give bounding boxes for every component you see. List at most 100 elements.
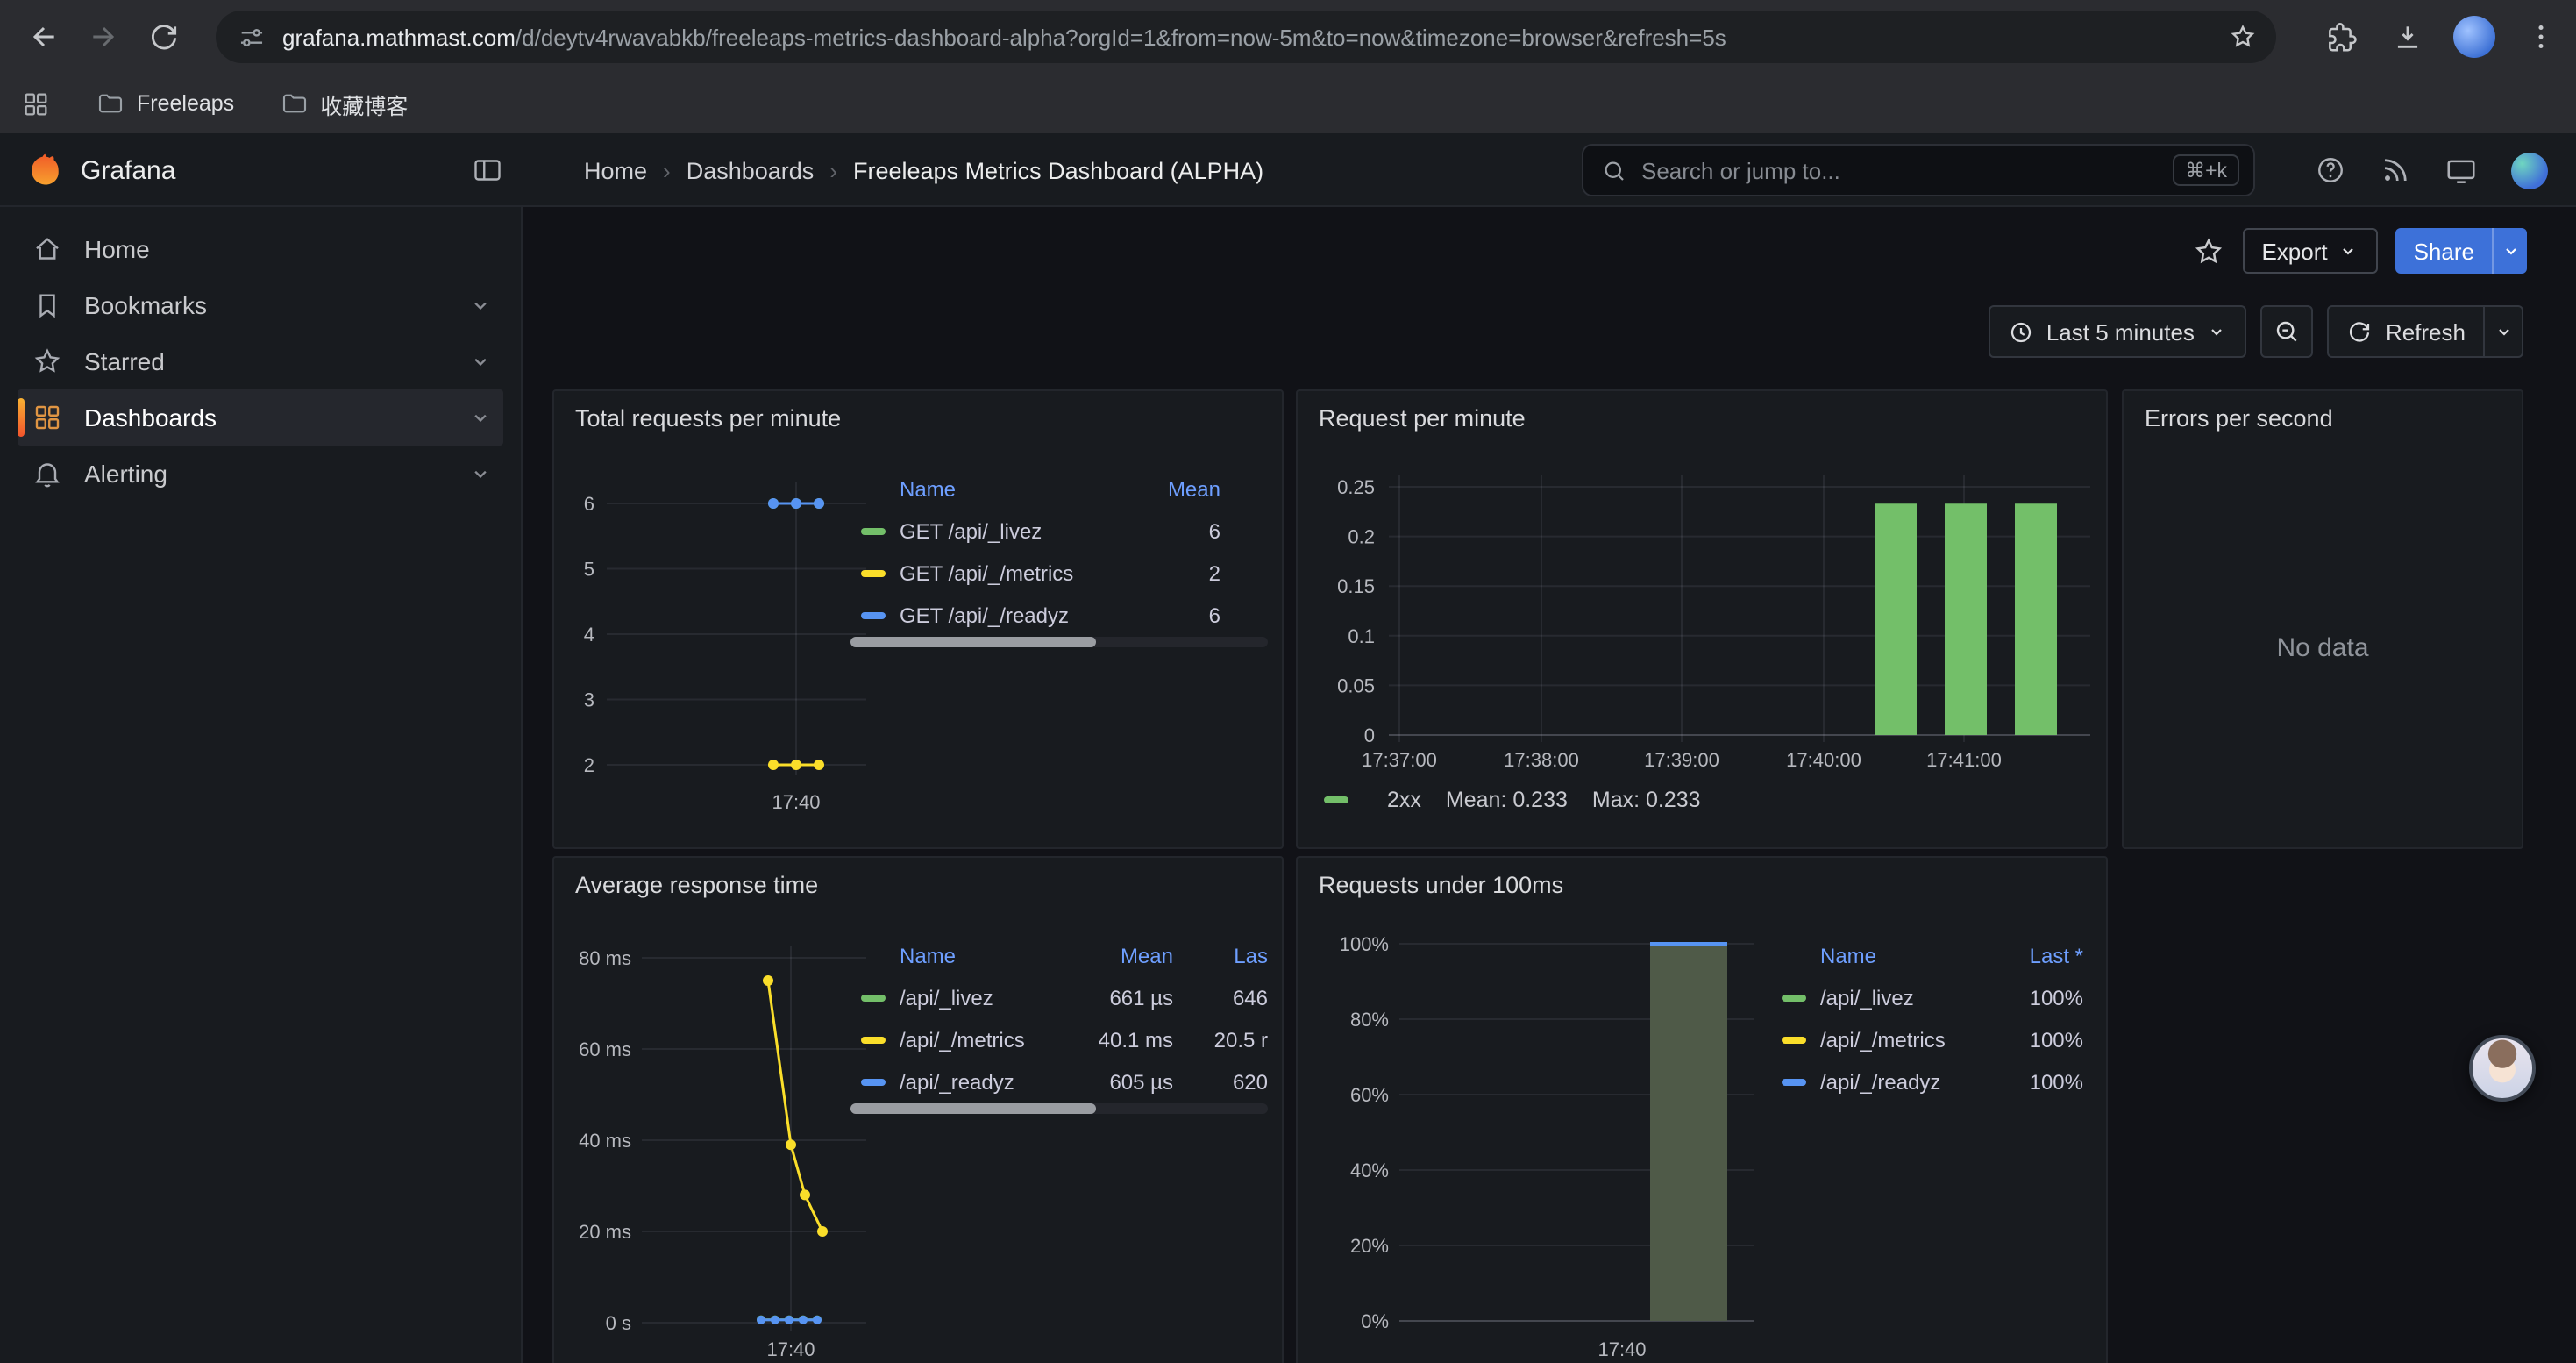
legend-table: NameMean GET /api/_livez6GET /api/_/metri… (861, 468, 1220, 637)
star-icon (32, 346, 63, 377)
svg-text:40%: 40% (1350, 1160, 1389, 1181)
svg-text:60%: 60% (1350, 1084, 1389, 1106)
legend-row[interactable]: /api/_readyz605 µs620 (861, 1061, 1268, 1103)
apps-grid-icon[interactable] (21, 89, 51, 118)
refresh-button[interactable]: Refresh (2328, 305, 2485, 358)
legend-row[interactable]: /api/_/metrics40.1 ms20.5 r (861, 1019, 1268, 1061)
legend-row[interactable]: /api/_/readyz100% (1782, 1061, 2083, 1103)
request-per-minute-chart[interactable]: 0.250.20.150.10.05017:37:0017:38:0017:39… (1298, 391, 2108, 849)
chevron-down-icon[interactable] (468, 405, 493, 430)
series-color-icon (1782, 1037, 1806, 1044)
svg-text:5: 5 (584, 559, 594, 581)
legend-row[interactable]: GET /api/_/metrics2 (861, 553, 1220, 595)
svg-text:0.05: 0.05 (1337, 674, 1375, 696)
monitor-icon[interactable] (2444, 153, 2478, 187)
legend-row[interactable]: GET /api/_/readyz6 (861, 595, 1220, 637)
legend-row[interactable]: 2xx Mean: 0.233 Max: 0.233 (1324, 788, 1701, 812)
sidebar-item-starred[interactable]: Starred (18, 333, 503, 389)
search-icon (1601, 157, 1627, 183)
sidebar-item-dashboards[interactable]: Dashboards (18, 389, 503, 446)
svg-text:17:40: 17:40 (1598, 1338, 1646, 1360)
chevron-down-icon[interactable] (468, 461, 493, 486)
reload-icon (146, 20, 180, 54)
brand-name: Grafana (81, 155, 175, 185)
svg-text:17:40: 17:40 (772, 791, 820, 813)
back-button[interactable] (14, 7, 74, 67)
refresh-interval-button[interactable] (2485, 305, 2523, 358)
reload-button[interactable] (133, 7, 193, 67)
svg-text:0.25: 0.25 (1337, 476, 1375, 498)
refresh-button-group: Refresh (2328, 305, 2523, 358)
share-menu-button[interactable] (2492, 228, 2527, 274)
zoom-out-button[interactable] (2261, 305, 2314, 358)
share-button[interactable]: Share (2396, 228, 2492, 274)
chevron-down-icon (2207, 321, 2228, 342)
series-max: Max: 0.233 (1592, 788, 1701, 812)
sidebar-item-home[interactable]: Home (18, 221, 503, 277)
legend-header[interactable]: Name (861, 477, 1124, 502)
site-info-icon[interactable] (237, 22, 267, 52)
panel-title[interactable]: Requests under 100ms (1319, 872, 1563, 898)
export-button[interactable]: Export (2242, 228, 2378, 274)
svg-text:17:38:00: 17:38:00 (1504, 749, 1579, 771)
extensions-icon[interactable] (2320, 20, 2362, 54)
sidebar-item-bookmarks[interactable]: Bookmarks (18, 277, 503, 333)
floating-assistant-avatar[interactable] (2469, 1035, 2536, 1102)
grafana-user-avatar[interactable] (2511, 152, 2548, 189)
toolbar-right-icons (2320, 0, 2562, 74)
breadcrumb-separator: › (663, 157, 671, 183)
bookmark-icon (32, 289, 63, 321)
news-rss-icon[interactable] (2380, 154, 2411, 186)
legend-header[interactable]: Mean (1071, 944, 1173, 968)
panel-title[interactable]: Errors per second (2145, 405, 2333, 432)
breadcrumb-separator: › (829, 157, 837, 183)
legend-header[interactable]: Last * (1989, 944, 2083, 968)
chevron-down-icon[interactable] (468, 349, 493, 374)
sidebar-item-alerting[interactable]: Alerting (18, 446, 503, 502)
forward-button[interactable] (74, 7, 133, 67)
panel-title[interactable]: Total requests per minute (575, 405, 841, 432)
svg-text:17:37:00: 17:37:00 (1362, 749, 1437, 771)
legend-row[interactable]: /api/_livez661 µs646 (861, 977, 1268, 1019)
legend-row[interactable]: GET /api/_livez6 (861, 510, 1220, 553)
legend-header[interactable]: Name (861, 944, 1071, 968)
help-icon[interactable] (2315, 154, 2346, 186)
search-input[interactable] (1641, 157, 2159, 183)
folder-icon (96, 89, 125, 118)
chevron-down-icon[interactable] (468, 293, 493, 318)
legend-header[interactable]: Las (1173, 944, 1268, 968)
legend-row[interactable]: /api/_livez100% (1782, 977, 2083, 1019)
sidebar-nav: Home Bookmarks Starred Dashboards Alerti… (0, 207, 523, 1363)
browser-profile-avatar[interactable] (2453, 16, 2495, 58)
requests-under-100ms-chart[interactable]: 100%80%60%40%20%0%17:40 (1298, 858, 2108, 1363)
bookmark-folder-blogs[interactable]: 收藏博客 (280, 87, 408, 120)
bookmark-star-icon[interactable] (2227, 21, 2259, 53)
breadcrumb-dashboards[interactable]: Dashboards (687, 157, 815, 183)
legend-row[interactable]: /api/_/metrics100% (1782, 1019, 2083, 1061)
sidebar-item-label: Starred (84, 347, 165, 375)
legend-header[interactable]: Mean (1124, 477, 1220, 502)
legend-scrollbar[interactable] (850, 637, 1268, 647)
favorite-star-icon[interactable] (2191, 234, 2224, 268)
url-path: /d/deytv4rwavabkb/freeleaps-metrics-dash… (516, 24, 1726, 50)
legend-scrollbar[interactable] (850, 1103, 1268, 1114)
downloads-icon[interactable] (2387, 20, 2429, 54)
url-bar[interactable]: grafana.mathmast.com/d/deytv4rwavabkb/fr… (216, 11, 2276, 63)
grafana-brand[interactable]: Grafana (25, 133, 175, 207)
svg-text:0 s: 0 s (606, 1312, 631, 1334)
browser-menu-icon[interactable] (2520, 21, 2562, 53)
search-box[interactable]: ⌘+k (1582, 144, 2255, 196)
search-shortcut-hint: ⌘+k (2173, 154, 2239, 186)
time-range-picker[interactable]: Last 5 minutes (1989, 305, 2247, 358)
legend-header[interactable]: Name (1782, 944, 1989, 968)
series-name[interactable]: 2xx (1387, 788, 1421, 812)
bookmark-label: 收藏博客 (320, 87, 408, 120)
sidebar-collapse-button[interactable] (466, 149, 509, 191)
svg-text:3: 3 (584, 689, 594, 711)
panel-request-per-minute: Request per minute 0.250.20.150.10.05017… (1296, 389, 2108, 849)
breadcrumb-home[interactable]: Home (584, 157, 647, 183)
panel-title[interactable]: Request per minute (1319, 405, 1526, 432)
svg-text:0.1: 0.1 (1348, 625, 1375, 647)
bookmark-folder-freeleaps[interactable]: Freeleaps (96, 89, 234, 118)
panel-title[interactable]: Average response time (575, 872, 818, 898)
